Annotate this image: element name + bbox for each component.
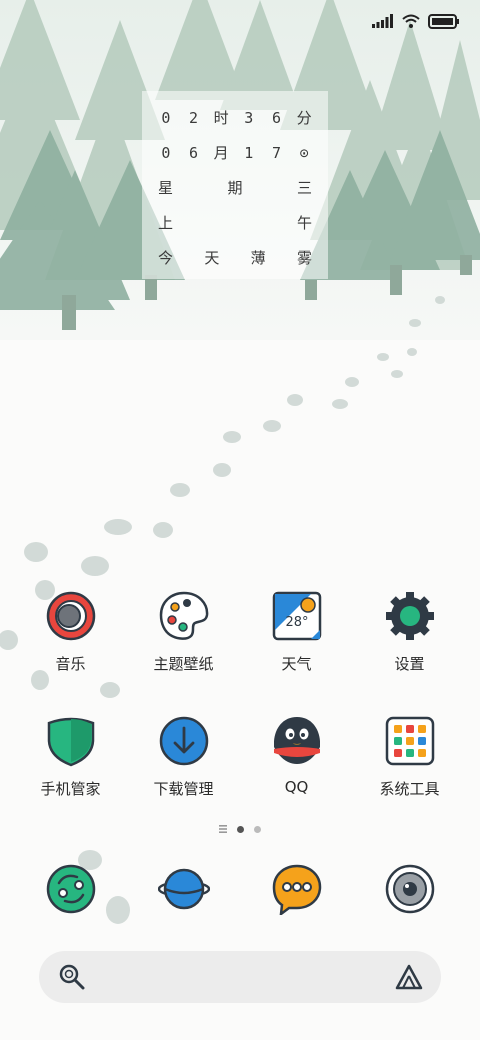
app-downloads[interactable]: 下载管理 (127, 715, 240, 840)
app-label: 音乐 (55, 655, 86, 673)
app-label: 下载管理 (153, 780, 214, 798)
weekday-row: 星 期 三 (152, 171, 318, 206)
battery-icon (428, 13, 459, 29)
toolbox-icon (385, 716, 434, 766)
dock-app-chat[interactable] (14, 863, 127, 918)
weekday-char: 期 (227, 179, 243, 197)
weather-temp: 28° (285, 615, 308, 630)
date-month-digit: 6 (188, 144, 198, 162)
dock (14, 863, 466, 918)
gear-icon (385, 592, 434, 640)
dock-app-messages[interactable] (240, 863, 353, 918)
menu-lines-icon (219, 825, 227, 833)
app-label: QQ (284, 778, 309, 796)
weather-text-row: 今 天 薄 雾 (152, 241, 318, 276)
music-icon (46, 591, 95, 641)
date-day-digit: 1 (244, 144, 254, 162)
app-label: 设置 (394, 655, 425, 673)
period-char: 午 (296, 214, 312, 232)
wifi-icon (402, 14, 420, 28)
messages-icon (272, 864, 321, 915)
date-month-digit: 0 (161, 144, 171, 162)
shield-icon (47, 717, 94, 767)
camera-icon (385, 864, 434, 914)
app-settings[interactable]: 设置 (353, 590, 466, 715)
clock-minute-digit: 3 (244, 109, 254, 127)
app-weather[interactable]: 28° 天气 (240, 590, 353, 715)
period-row: 上 午 (152, 206, 318, 241)
app-label: 手机管家 (40, 780, 101, 798)
weather-text-char: 今 (158, 249, 174, 267)
page-indicator[interactable] (219, 823, 261, 835)
date-month-unit: 月 (213, 144, 229, 162)
date-day-digit: 7 (271, 144, 281, 162)
weather-text-char: 薄 (250, 249, 266, 267)
clock-hour-digit: 0 (161, 109, 171, 127)
search-bar[interactable] (39, 951, 441, 1003)
penguin-icon (273, 717, 320, 764)
app-qq[interactable]: QQ (240, 715, 353, 840)
browser-icon (157, 868, 210, 910)
app-tools[interactable]: 系统工具 (353, 715, 466, 840)
app-music[interactable]: 音乐 (14, 590, 127, 715)
palette-icon (159, 591, 208, 640)
app-theme[interactable]: 主题壁纸 (127, 590, 240, 715)
dock-app-camera[interactable] (353, 863, 466, 918)
search-icon[interactable] (59, 964, 85, 990)
app-label: 系统工具 (379, 780, 440, 798)
download-icon (159, 716, 208, 766)
date-day-unit: ⊙ (299, 144, 309, 162)
app-grid: 音乐 主题壁纸 28° 天气 设置 手机管家 下载管理 QQ 系统工具 (14, 590, 466, 840)
weekday-char: 三 (296, 179, 312, 197)
app-security[interactable]: 手机管家 (14, 715, 127, 840)
weather-text-char: 雾 (296, 249, 312, 267)
chat-app-icon (46, 864, 95, 914)
weather-text-char: 天 (204, 249, 220, 267)
page-dot-active[interactable] (237, 825, 244, 833)
page-dot[interactable] (254, 825, 261, 833)
app-label: 主题壁纸 (153, 655, 214, 673)
weekday-char: 星 (158, 179, 174, 197)
clock-hour-unit: 时 (213, 109, 229, 127)
dock-app-browser[interactable] (127, 863, 240, 918)
clock-widget[interactable]: 0 2 时 3 6 分 0 6 月 1 7 ⊙ 星 期 三 上 午 今 天 薄 … (142, 91, 328, 279)
assistant-icon[interactable] (395, 964, 423, 990)
app-label: 天气 (281, 655, 312, 673)
clock-minute-digit: 6 (271, 109, 281, 127)
clock-minute-unit: 分 (296, 109, 312, 127)
clock-hour-digit: 2 (188, 109, 198, 127)
signal-icon (372, 14, 393, 28)
status-bar (372, 11, 460, 31)
weather-icon: 28° (272, 591, 321, 641)
period-char: 上 (158, 214, 174, 232)
